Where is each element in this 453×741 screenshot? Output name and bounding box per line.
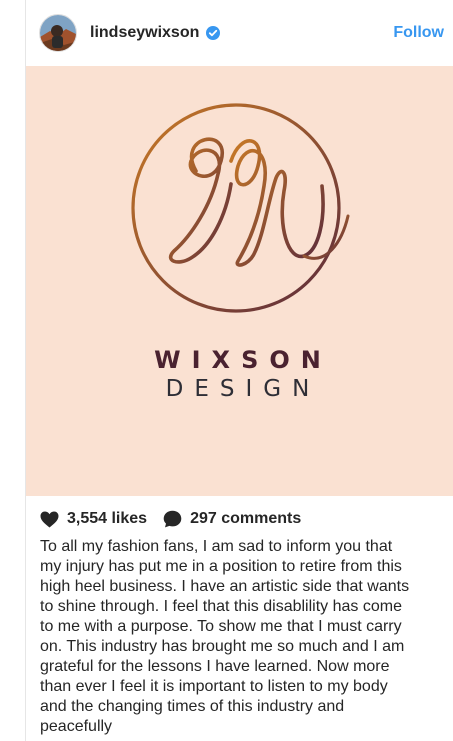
verified-badge-icon <box>206 26 220 40</box>
comment-bubble-icon[interactable] <box>163 510 182 528</box>
follow-button[interactable]: Follow <box>393 24 444 42</box>
wixson-logo <box>131 103 350 313</box>
post-card: lindseywixson Follow WIXSON DESIGN 3,554… <box>25 0 453 741</box>
post-header: lindseywixson Follow <box>26 0 453 66</box>
brand-name-line2: DESIGN <box>165 376 321 402</box>
post-caption: To all my fashion fans, I am sad to info… <box>40 538 410 735</box>
post-stats: 3,554 likes 297 comments <box>40 508 317 530</box>
likes-stat[interactable]: 3,554 likes <box>40 510 147 528</box>
comments-stat[interactable]: 297 comments <box>163 510 301 528</box>
avatar[interactable] <box>39 14 77 52</box>
heart-icon[interactable] <box>40 511 59 528</box>
comments-count: 297 comments <box>190 510 302 527</box>
brand-name-line1: WIXSON <box>154 346 332 374</box>
likes-count: 3,554 likes <box>67 510 148 527</box>
username[interactable]: lindseywixson <box>90 24 199 42</box>
post-image[interactable]: WIXSON DESIGN <box>26 66 453 496</box>
